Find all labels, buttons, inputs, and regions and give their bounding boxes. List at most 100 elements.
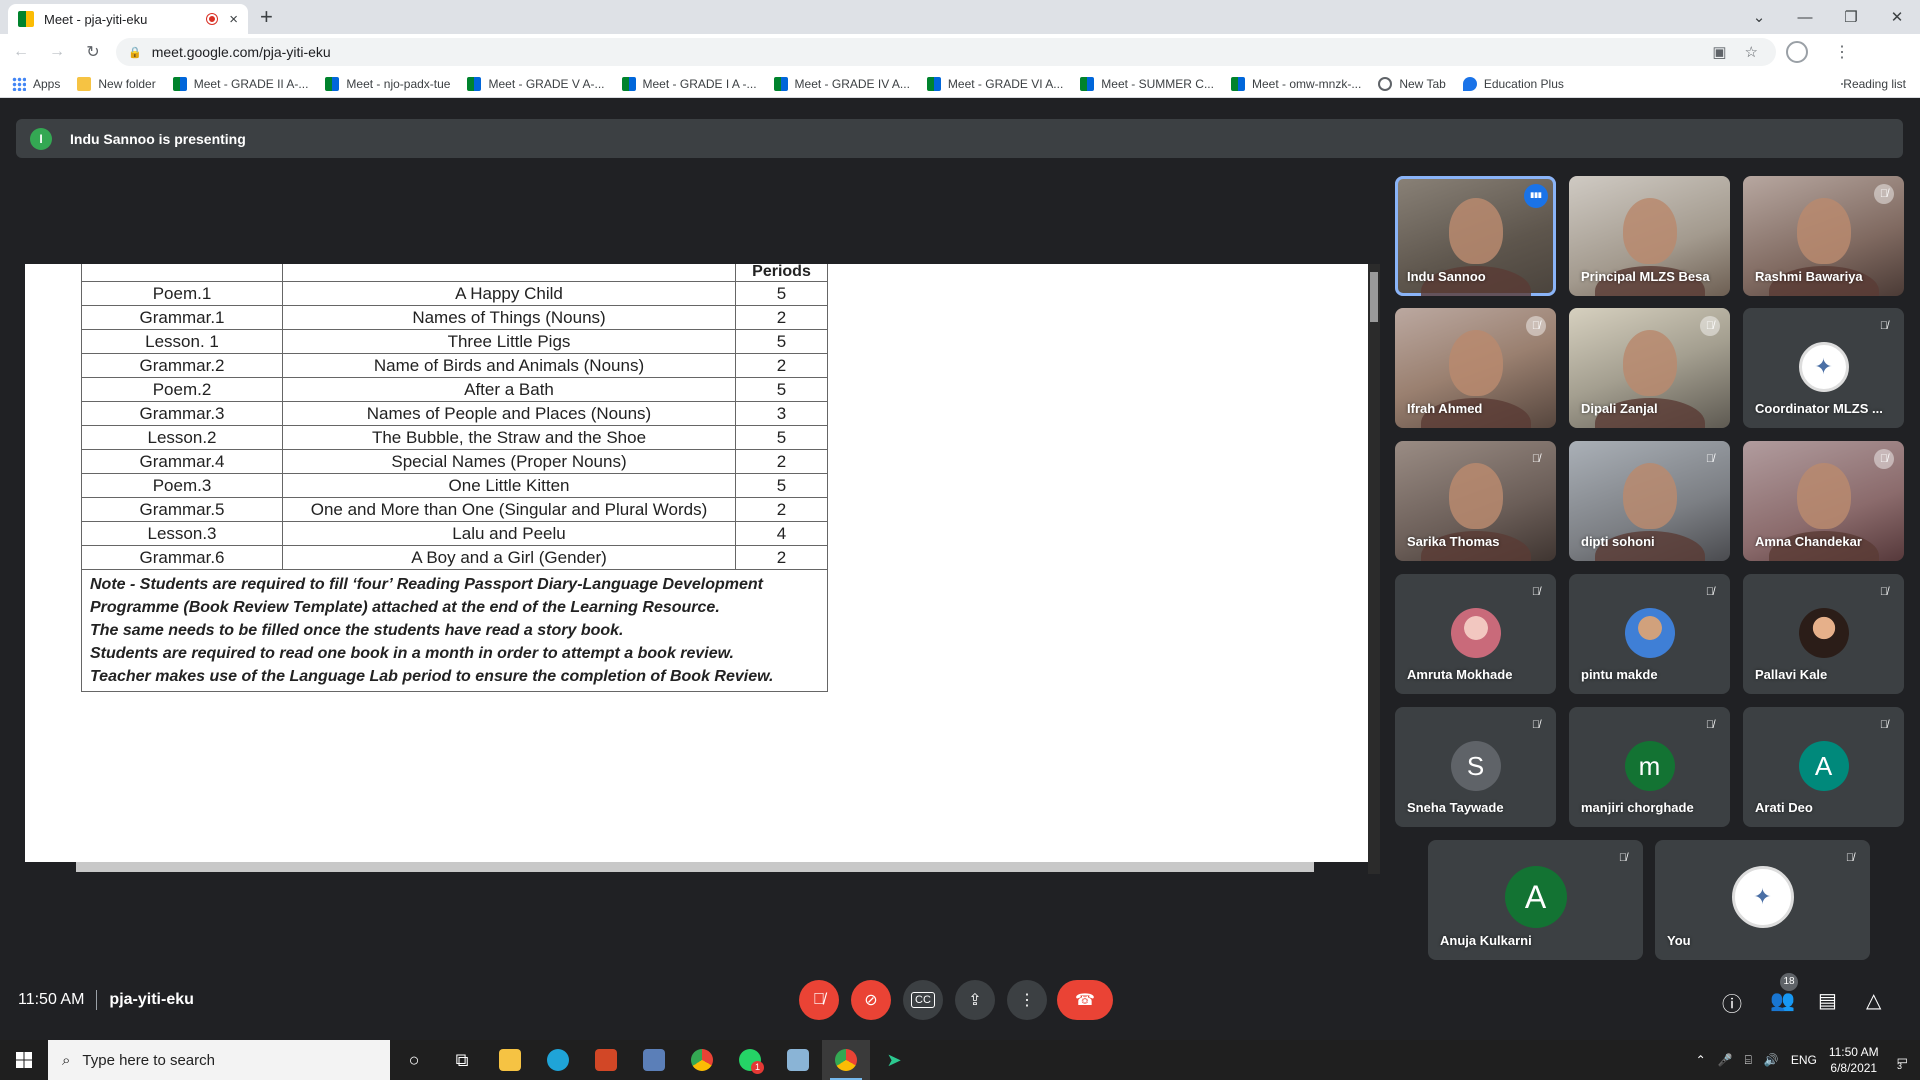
participant-avatar: A [1798, 741, 1849, 791]
participant-tile[interactable]: 🎙̸ pintu makde [1569, 574, 1730, 694]
clock[interactable]: 11:50 AM 6/8/2021 [1829, 1044, 1879, 1076]
participant-tile[interactable]: 🎙̸ Sarika Thomas [1395, 441, 1556, 561]
bookmark-item[interactable]: Meet - njo-padx-tue [325, 76, 450, 91]
divider [96, 990, 98, 1010]
tab-search-icon[interactable]: ⌄ [1736, 8, 1782, 26]
horizontal-scrollbar[interactable] [76, 862, 1314, 872]
meeting-info-icon[interactable]: ⓘ [1722, 988, 1742, 1017]
bookmark-item[interactable]: Education Plus [1462, 76, 1564, 91]
bookmark-item[interactable]: New folder [77, 76, 156, 91]
camera-off-button[interactable]: ⊘ [851, 980, 891, 1020]
edge-icon[interactable] [534, 1040, 582, 1080]
participant-tile[interactable]: m 🎙̸ manjiri chorghade [1569, 707, 1730, 827]
task-view-icon[interactable]: ⧉ [438, 1040, 486, 1080]
bookmark-item[interactable]: Meet - GRADE I A -... [621, 76, 757, 91]
more-options-button[interactable]: ⋮ [1007, 980, 1047, 1020]
tab-title: Meet - pja-yiti-eku [44, 11, 148, 27]
unit-cell: Poem.3 [81, 473, 283, 498]
participant-tile[interactable]: ▮▮▮ Indu Sannoo [1395, 176, 1556, 296]
muted-mic-icon: 🎙̸ [1618, 852, 1628, 864]
participant-tile[interactable]: A 🎙̸ Anuja Kulkarni [1428, 840, 1643, 960]
chat-icon[interactable]: ▤ [1818, 988, 1837, 1013]
topic-cell: Name of Birds and Animals (Nouns) [282, 353, 736, 378]
leave-call-button[interactable]: ☎ [1057, 980, 1113, 1020]
minimize-icon[interactable]: — [1782, 9, 1828, 26]
whatsapp-icon[interactable]: 1 [726, 1040, 774, 1080]
participant-tile[interactable]: S 🎙̸ Sneha Taywade [1395, 707, 1556, 827]
bookmark-star-icon[interactable]: ☆ [1745, 43, 1758, 61]
language-indicator[interactable]: ENG [1791, 1053, 1817, 1067]
terminal-app-icon[interactable]: ➤ [870, 1040, 918, 1080]
bookmark-item[interactable]: Apps [12, 76, 60, 91]
periods-cell: 4 [735, 521, 828, 546]
present-now-button[interactable]: ⇪ [955, 980, 995, 1020]
participant-tile[interactable]: 🎙̸ Amna Chandekar [1743, 441, 1904, 561]
periods-cell: 5 [735, 377, 828, 402]
table-row: Poem.2 After a Bath 5 [81, 377, 828, 402]
participant-avatar [1450, 608, 1501, 658]
mic-off-button[interactable]: 🎙̸ [799, 980, 839, 1020]
bookmark-item[interactable]: Meet - GRADE VI A... [926, 76, 1063, 91]
network-icon[interactable]: ⌸ [1745, 1053, 1752, 1068]
vertical-scroll-thumb[interactable] [1370, 272, 1378, 322]
network-app-icon[interactable] [630, 1040, 678, 1080]
tray-overflow-icon[interactable]: ⌃ [1696, 1053, 1706, 1067]
participant-tile[interactable]: 🎙̸ dipti sohoni [1569, 441, 1730, 561]
muted-mic-icon: 🎙̸ [1879, 586, 1889, 598]
close-window-icon[interactable]: ✕ [1874, 8, 1920, 26]
participant-name: Dipali Zanjal [1581, 401, 1658, 416]
profile-avatar-icon[interactable] [1786, 41, 1808, 63]
forward-icon[interactable]: → [42, 43, 72, 61]
participant-avatar: S [1450, 741, 1501, 791]
notes-app-icon[interactable] [774, 1040, 822, 1080]
bookmark-item[interactable]: Meet - GRADE II A-... [172, 76, 308, 91]
new-tab-button[interactable]: + [260, 4, 273, 30]
lock-icon[interactable]: 🔒 [128, 46, 142, 59]
participant-tile[interactable]: 🎙̸ Ifrah Ahmed [1395, 308, 1556, 428]
file-explorer-icon[interactable] [486, 1040, 534, 1080]
more-vert-icon: ⋮ [1019, 992, 1035, 1009]
participant-tile[interactable]: 🎙̸ Coordinator MLZS ... [1743, 308, 1904, 428]
table-header-row: Periods [81, 264, 828, 282]
participant-avatar [1731, 866, 1794, 928]
close-tab-icon[interactable]: × [229, 11, 238, 28]
bookmark-item[interactable]: Meet - omw-mnzk-... [1230, 76, 1361, 91]
captions-button[interactable]: CC [903, 980, 943, 1020]
participant-tile[interactable]: 🎙̸ Pallavi Kale [1743, 574, 1904, 694]
bookmark-item[interactable]: Meet - GRADE V A-... [467, 76, 605, 91]
camera-in-use-icon[interactable]: ▣ [1712, 43, 1726, 61]
activities-icon[interactable]: △ [1866, 988, 1881, 1013]
participant-tile[interactable]: 🎙̸ Rashmi Bawariya [1743, 176, 1904, 296]
reading-list-button[interactable]: Reading list [1841, 77, 1906, 91]
start-button[interactable] [0, 1040, 48, 1080]
topic-cell: A Happy Child [282, 281, 736, 306]
reload-icon[interactable]: ↻ [78, 42, 108, 62]
participant-tile[interactable]: 🎙̸ Amruta Mokhade [1395, 574, 1556, 694]
browser-tab-meet[interactable]: Meet - pja-yiti-eku × [8, 4, 248, 34]
participant-tile[interactable]: Principal MLZS Besa [1569, 176, 1730, 296]
microphone-icon[interactable]: 🎤 [1718, 1053, 1733, 1067]
bookmark-item[interactable]: Meet - SUMMER C... [1080, 76, 1214, 91]
bookmark-item[interactable]: Meet - GRADE IV A... [773, 76, 910, 91]
participant-name: Rashmi Bawariya [1755, 269, 1863, 284]
participant-name: Pallavi Kale [1755, 667, 1828, 682]
restore-icon[interactable]: ❐ [1828, 8, 1874, 26]
participant-tile[interactable]: 🎙̸ Dipali Zanjal [1569, 308, 1730, 428]
people-icon[interactable]: 👥 [1770, 988, 1795, 1013]
participant-tile[interactable]: 🎙̸ You [1655, 840, 1870, 960]
chrome-icon[interactable] [678, 1040, 726, 1080]
participant-tile[interactable]: A 🎙̸ Arati Deo [1743, 707, 1904, 827]
back-icon[interactable]: ← [6, 43, 36, 61]
powerpoint-icon[interactable] [582, 1040, 630, 1080]
notifications-icon[interactable]: ▭ 3 [1897, 1053, 1908, 1071]
participant-video-face [1796, 198, 1851, 264]
vertical-scrollbar[interactable] [1368, 264, 1380, 874]
chrome-menu-icon[interactable]: ⋮ [1834, 42, 1850, 62]
note-line: The same needs to be filled once the stu… [90, 622, 624, 639]
bookmark-item[interactable]: New Tab [1378, 76, 1446, 91]
cortana-icon[interactable]: ○ [390, 1040, 438, 1080]
taskbar-search[interactable]: ⌕ Type here to search [48, 1040, 390, 1080]
chrome-active-icon[interactable] [822, 1040, 870, 1080]
volume-icon[interactable]: 🔊 [1764, 1053, 1779, 1067]
address-bar[interactable]: 🔒 meet.google.com/pja-yiti-eku ▣ ☆ [116, 38, 1776, 66]
